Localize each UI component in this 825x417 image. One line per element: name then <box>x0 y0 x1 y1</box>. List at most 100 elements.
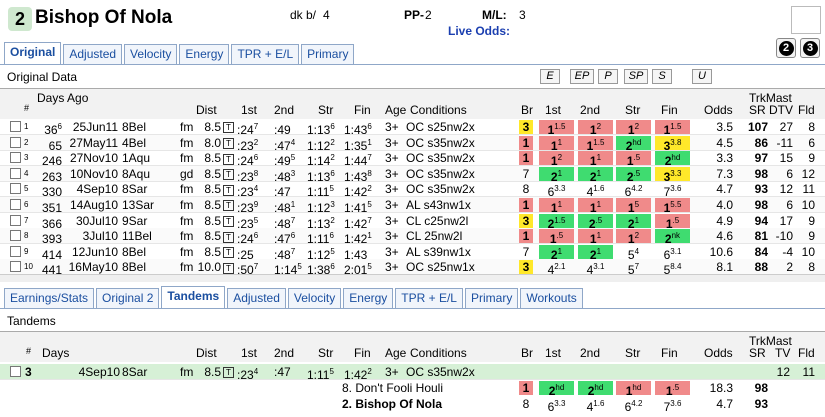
tab-tandems[interactable]: Tandems <box>161 286 226 308</box>
col-hash: # <box>24 103 30 113</box>
circle-2-button[interactable]: 2 <box>776 38 796 58</box>
original-row[interactable]: 5 330 4Sep10 8Sar fm 8.5 T:234:47 1:115 1:422 3+ O… <box>0 181 825 199</box>
t-col-1st: 1st <box>241 346 258 360</box>
row-checkbox[interactable] <box>10 152 21 164</box>
turf-icon: T <box>223 197 234 213</box>
call-fin: 58.4 <box>663 262 682 278</box>
filter-button-ep[interactable]: EP <box>570 69 594 84</box>
race-date: 27May11 <box>69 135 118 150</box>
circle-3-icon: 3 <box>802 41 818 56</box>
row-checkbox[interactable] <box>10 167 21 179</box>
speed-rating: 98 <box>754 166 768 181</box>
tandem-row-checkbox[interactable] <box>10 366 21 377</box>
race-conditions: AL s39nw1x <box>406 244 471 259</box>
tandem-date: 4Sep10 <box>78 365 120 379</box>
row-checkbox[interactable] <box>10 261 21 273</box>
surface: fm <box>180 135 194 150</box>
row-checkbox[interactable] <box>10 199 21 210</box>
break-position: 3 <box>519 120 533 134</box>
race-index: 5 <box>24 184 29 194</box>
tandem-call-2nd: 2hd <box>578 381 613 398</box>
speed-rating: 93 <box>754 182 768 197</box>
row-checkbox[interactable] <box>10 121 21 132</box>
pp-value: 2 <box>425 8 432 22</box>
tab-adjusted[interactable]: Adjusted <box>63 44 123 64</box>
call-2nd: 21 <box>578 244 613 262</box>
col-call-2nd: 2nd <box>580 103 601 117</box>
tab-primary[interactable]: Primary <box>301 44 355 64</box>
original-row[interactable]: 6 351 14Aug10 13Sar fm 8.5 T:239:481 1:123 1:415… <box>0 197 825 215</box>
tab-adjusted[interactable]: Adjusted <box>227 288 286 308</box>
race-conditions: CL 25nw2l <box>406 229 463 244</box>
tab-earnings-stats[interactable]: Earnings/Stats <box>4 288 95 308</box>
row-checkbox[interactable] <box>10 136 21 148</box>
tab-energy[interactable]: Energy <box>343 288 394 308</box>
tandem-horse-row[interactable]: 2. Bishop Of Nola 8 63.3 41.6 64.2 73.6 4.7 93 <box>0 396 825 414</box>
original-row[interactable]: 7 366 30Jul10 9Sar fm 8.5 T:235:487 1:132 1:427 3… <box>0 213 825 231</box>
filter-button-u[interactable]: U <box>692 69 712 84</box>
turf-icon: T <box>223 119 234 135</box>
odds: 3.3 <box>716 151 733 166</box>
row-checkbox[interactable] <box>10 183 21 195</box>
call-fin: 33.3 <box>655 166 690 184</box>
tab-original[interactable]: Original <box>4 42 62 64</box>
odds: 3.5 <box>716 120 733 134</box>
original-row[interactable]: 1 366 25Jun11 8Bel fm 8.5 T:247:49 1:136 1:436 3+… <box>0 119 825 137</box>
turf-icon: T <box>223 135 234 151</box>
tab-energy[interactable]: Energy <box>179 44 230 64</box>
speed-rating: 88 <box>754 260 768 275</box>
col-odds: Odds <box>704 103 733 117</box>
tandem-call-1st: 2hd <box>539 381 574 398</box>
race-conditions: AL s43nw1x <box>406 198 471 212</box>
race-track: 1Aqu <box>122 151 151 166</box>
horizontal-scrollbar[interactable] <box>0 274 825 282</box>
tandem-horse-row[interactable]: 8. Don't Fooli Houli 1 2hd 2hd 1hd 1.5 18.3 98 <box>0 380 825 398</box>
original-row[interactable]: 8 393 3Jul10 11Bel fm 8.5 T:246:476 1:116 1:421 3… <box>0 228 825 246</box>
field-size: 8 <box>808 260 815 275</box>
tab-velocity[interactable]: Velocity <box>124 44 178 64</box>
col-str: Str <box>318 103 334 117</box>
original-row[interactable]: 4 263 10Nov10 8Aqu gd 8.5 T:238:483 1:136 1:438 3… <box>0 165 825 184</box>
call-1st: 21.5 <box>539 213 574 231</box>
t-col-str: Str <box>318 346 334 360</box>
filter-button-p[interactable]: P <box>598 69 618 84</box>
speed-rating: 107 <box>747 120 768 134</box>
ml-label: M/L: <box>482 8 507 22</box>
tab-primary[interactable]: Primary <box>464 288 519 308</box>
dtv: 6 <box>786 198 793 212</box>
tab-original-2[interactable]: Original 2 <box>96 288 160 308</box>
surface: fm <box>180 182 194 197</box>
call-2nd: 2.5 <box>578 213 613 231</box>
original-row[interactable]: 2 65 27May11 4Bel fm 8.0 T:232:474 1:122 1:351 3+… <box>0 134 825 153</box>
live-odds-box[interactable] <box>791 6 821 34</box>
surface: fm <box>180 260 194 275</box>
t-col-fld: Fld <box>798 346 815 360</box>
race-track: 8Sar <box>122 182 148 197</box>
col-conditions: Conditions <box>410 103 467 117</box>
original-row[interactable]: 3 246 27Nov10 1Aqu fm 8.5 T:246:495 1:142 1:447 3… <box>0 150 825 168</box>
tab-tpr-e-l[interactable]: TPR + E/L <box>395 288 463 308</box>
age-restriction: 3+ <box>385 260 399 275</box>
filter-button-sp[interactable]: SP <box>624 69 648 84</box>
tab-workouts[interactable]: Workouts <box>520 288 583 308</box>
tandem-race-num: 3 <box>25 365 32 379</box>
field-size: 9 <box>808 229 815 244</box>
tandem-tv: 12 <box>776 365 790 379</box>
circle-3-button[interactable]: 3 <box>800 38 820 58</box>
race-index: 2 <box>24 137 29 147</box>
race-date: 12Jun10 <box>71 244 118 259</box>
tandem-f2: :47 <box>274 365 291 379</box>
filter-button-e[interactable]: E <box>540 69 560 84</box>
tab-tpr-e-l[interactable]: TPR + E/L <box>231 44 300 64</box>
original-row[interactable]: 9 414 12Jun10 8Bel fm 8.5 T:25:487 1:125 1:43 3+ A… <box>0 244 825 262</box>
row-checkbox[interactable] <box>10 230 21 242</box>
call-fin: 11.5 <box>655 120 690 137</box>
filter-button-s[interactable]: S <box>652 69 672 84</box>
age-restriction: 3+ <box>385 166 399 181</box>
tab-velocity[interactable]: Velocity <box>287 288 342 308</box>
original-row[interactable]: 10 441 16May10 8Bel fm 10.0 T:507 1:145 1:386 2:0… <box>0 259 825 278</box>
row-checkbox[interactable] <box>10 245 21 257</box>
row-checkbox[interactable] <box>10 214 21 226</box>
tandem-race-row[interactable]: 3 4Sep10 8Sar fm 8.5 T :234 :47 1:115 1:… <box>0 364 825 382</box>
call-1st: 1.5 <box>539 229 574 246</box>
